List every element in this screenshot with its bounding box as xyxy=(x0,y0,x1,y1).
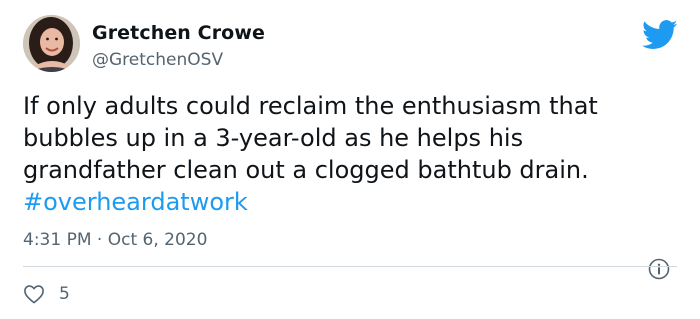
tweet-text: If only adults could reclaim the enthusi… xyxy=(23,90,673,218)
heart-icon xyxy=(23,284,59,304)
tweet-card: Gretchen Crowe @GretchenOSV If only adul… xyxy=(0,0,700,319)
tweet-date: Oct 6, 2020 xyxy=(107,230,208,250)
hashtag-link[interactable]: #overheardatwork xyxy=(23,188,248,216)
divider xyxy=(23,266,677,267)
tweet-timestamp[interactable]: 4:31 PM · Oct 6, 2020 xyxy=(23,230,207,250)
info-icon[interactable] xyxy=(648,258,670,280)
tweet-time: 4:31 PM xyxy=(23,230,92,250)
avatar-photo xyxy=(23,15,80,72)
twitter-bird-icon[interactable] xyxy=(642,20,678,50)
author-handle[interactable]: @GretchenOSV xyxy=(92,50,223,70)
tweet-body: If only adults could reclaim the enthusi… xyxy=(23,92,598,184)
like-button[interactable]: 5 xyxy=(23,282,70,306)
avatar[interactable] xyxy=(23,15,80,72)
meta-separator: · xyxy=(96,230,103,250)
author-name[interactable]: Gretchen Crowe xyxy=(92,22,265,44)
like-count: 5 xyxy=(59,284,70,304)
